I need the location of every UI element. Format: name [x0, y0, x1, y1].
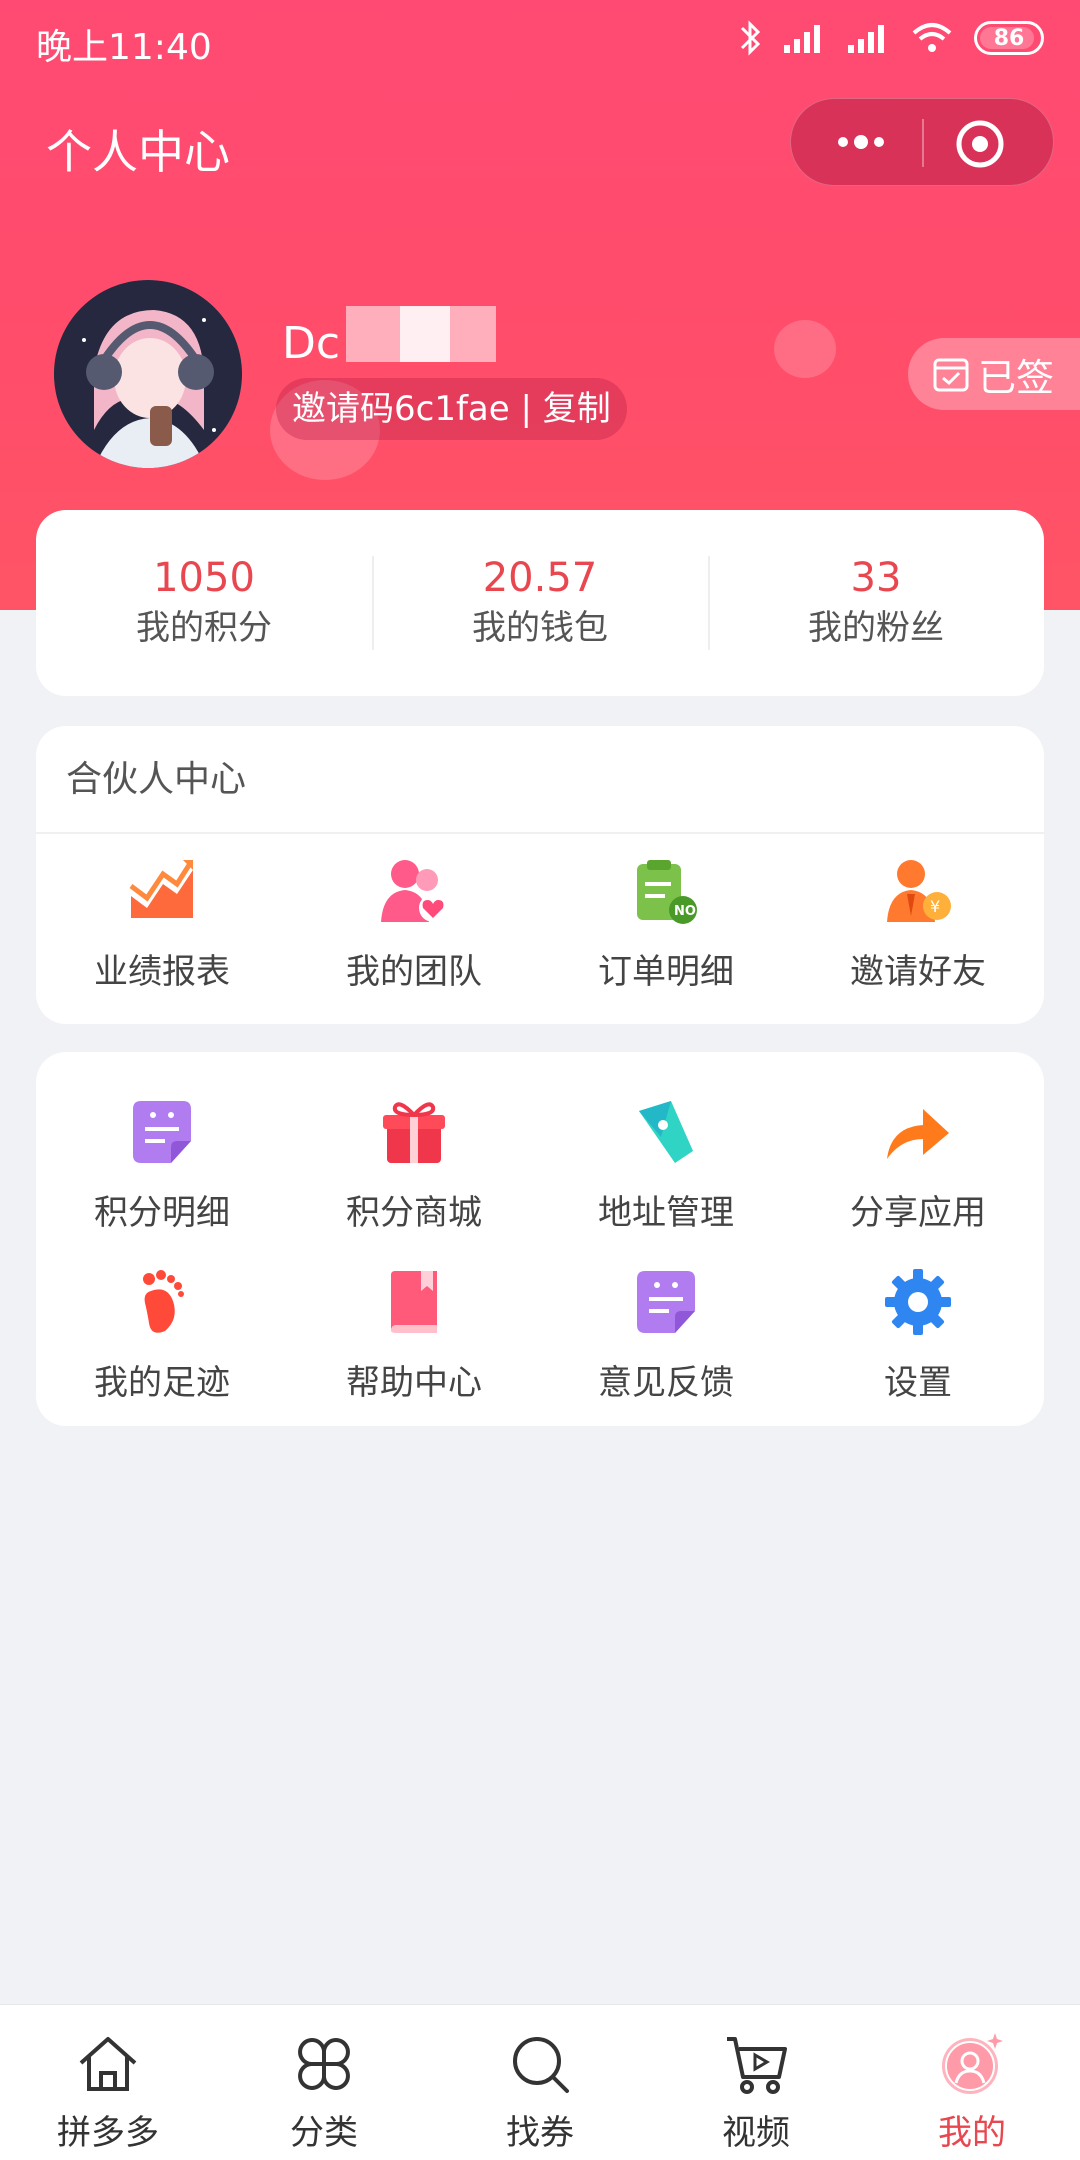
stat-wallet[interactable]: 20.57 我的钱包: [372, 510, 708, 696]
chart-icon: [129, 859, 194, 918]
stat-value: 33: [850, 555, 902, 601]
avatar-image: [54, 280, 242, 468]
status-icons: 86: [738, 16, 1044, 60]
wifi-icon: [912, 23, 952, 52]
profile-icon: [942, 2033, 1003, 2094]
signal-icon-2: [848, 25, 884, 53]
grid-item-order-details[interactable]: NO 订单明细: [540, 834, 792, 1014]
battery-indicator: 86: [974, 21, 1044, 55]
stat-label: 我的钱包: [472, 608, 608, 648]
stat-value: 1050: [153, 555, 255, 601]
category-icon: [298, 2038, 350, 2090]
grid-item-label: 帮助中心: [346, 1362, 482, 1403]
signed-label: 已签: [978, 355, 1055, 400]
home-icon: [79, 2037, 137, 2091]
tab-profile[interactable]: 我的: [864, 2005, 1080, 2160]
signal-icon: [784, 25, 820, 53]
feedback-icon: [637, 1270, 695, 1333]
tools-card: 积分明细 积分商城 地址管理 分享应用 我的足迹 帮助中心 意见反馈 设置: [36, 1052, 1044, 1426]
tools-grid-row-2: 我的足迹 帮助中心 意见反馈 设置: [36, 1250, 1044, 1420]
grid-item-points-mall[interactable]: 积分商城: [288, 1080, 540, 1250]
location-icon: [639, 1100, 693, 1163]
team-icon: [381, 859, 447, 922]
status-bar: 晚上11:40 86: [0, 0, 1080, 80]
bottom-tab-bar: 拼多多 分类 找券 视频 我的: [0, 2004, 1080, 2160]
username: Dc: [282, 318, 341, 369]
tab-label: 拼多多: [57, 2113, 159, 2153]
tab-category[interactable]: 分类: [216, 2005, 432, 2160]
grid-item-share-app[interactable]: 分享应用: [792, 1080, 1044, 1250]
order-icon: NO: [637, 859, 697, 924]
page-title: 个人中心: [46, 125, 230, 179]
stat-label: 我的粉丝: [808, 608, 944, 648]
grid-item-label: 地址管理: [598, 1192, 734, 1233]
stat-points[interactable]: 1050 我的积分: [36, 510, 372, 696]
more-icon[interactable]: [831, 117, 891, 167]
grid-item-label: 设置: [884, 1362, 952, 1403]
avatar[interactable]: [54, 280, 242, 468]
grid-item-label: 分享应用: [850, 1192, 986, 1233]
stat-label: 我的积分: [136, 608, 272, 648]
grid-item-label: 订单明细: [598, 951, 734, 992]
stat-fans[interactable]: 33 我的粉丝: [708, 510, 1044, 696]
redacted-username-mask-2: [400, 306, 450, 362]
share-icon: [887, 1108, 949, 1159]
grid-item-performance-report[interactable]: 业绩报表: [36, 834, 288, 1014]
grid-item-settings[interactable]: 设置: [792, 1250, 1044, 1420]
invite-icon: ¥: [887, 859, 951, 922]
capsule-divider: [922, 119, 924, 167]
grid-item-my-footprint[interactable]: 我的足迹: [36, 1250, 288, 1420]
tab-coupons[interactable]: 找券: [432, 2005, 648, 2160]
miniapp-capsule: [790, 98, 1054, 186]
book-icon: [391, 1270, 437, 1333]
gift-icon: [383, 1101, 445, 1163]
grid-item-invite-friends[interactable]: ¥ 邀请好友: [792, 834, 1044, 1014]
svg-text:¥: ¥: [930, 897, 940, 916]
signed-in-button[interactable]: 已签: [908, 338, 1080, 410]
decor-bubble-2: [774, 320, 836, 378]
grid-item-points-details[interactable]: 积分明细: [36, 1080, 288, 1250]
grid-item-label: 我的团队: [346, 951, 482, 992]
partner-grid: 业绩报表 我的团队 NO 订单明细 ¥ 邀请好友: [36, 834, 1044, 1014]
tab-label: 视频: [722, 2113, 790, 2153]
grid-item-label: 我的足迹: [94, 1362, 230, 1403]
search-icon: [513, 2037, 569, 2093]
tab-video[interactable]: 视频: [648, 2005, 864, 2160]
gear-icon: [885, 1268, 951, 1335]
tab-label: 分类: [290, 2113, 358, 2153]
close-miniapp-icon[interactable]: [953, 117, 1007, 171]
video-cart-icon: [727, 2037, 787, 2094]
svg-text:NO: NO: [674, 904, 696, 919]
tools-grid-row-1: 积分明细 积分商城 地址管理 分享应用: [36, 1080, 1044, 1250]
grid-item-label: 积分明细: [94, 1192, 230, 1233]
grid-item-label: 积分商城: [346, 1192, 482, 1233]
footprint-icon: [143, 1269, 184, 1333]
bluetooth-icon: [740, 20, 761, 56]
note-icon: [133, 1100, 191, 1163]
grid-item-label: 邀请好友: [850, 951, 986, 992]
tab-home[interactable]: 拼多多: [0, 2005, 216, 2160]
partner-center-title: 合伙人中心: [36, 726, 1044, 834]
invite-code-copy[interactable]: 邀请码6c1fae | 复制: [276, 378, 627, 440]
stat-value: 20.57: [482, 555, 598, 601]
grid-item-label: 意见反馈: [598, 1362, 734, 1403]
tab-label: 找券: [506, 2113, 574, 2153]
status-time: 晚上11:40: [36, 27, 212, 68]
grid-item-feedback[interactable]: 意见反馈: [540, 1250, 792, 1420]
calendar-check-icon: [933, 358, 969, 392]
grid-item-label: 业绩报表: [94, 951, 230, 992]
partner-center-card: 合伙人中心 业绩报表 我的团队 NO 订单明细 ¥ 邀请好友: [36, 726, 1044, 1024]
grid-item-address-management[interactable]: 地址管理: [540, 1080, 792, 1250]
tab-label: 我的: [938, 2113, 1006, 2153]
stats-card: 1050 我的积分 20.57 我的钱包 33 我的粉丝: [36, 510, 1044, 696]
grid-item-my-team[interactable]: 我的团队: [288, 834, 540, 1014]
grid-item-help-center[interactable]: 帮助中心: [288, 1250, 540, 1420]
